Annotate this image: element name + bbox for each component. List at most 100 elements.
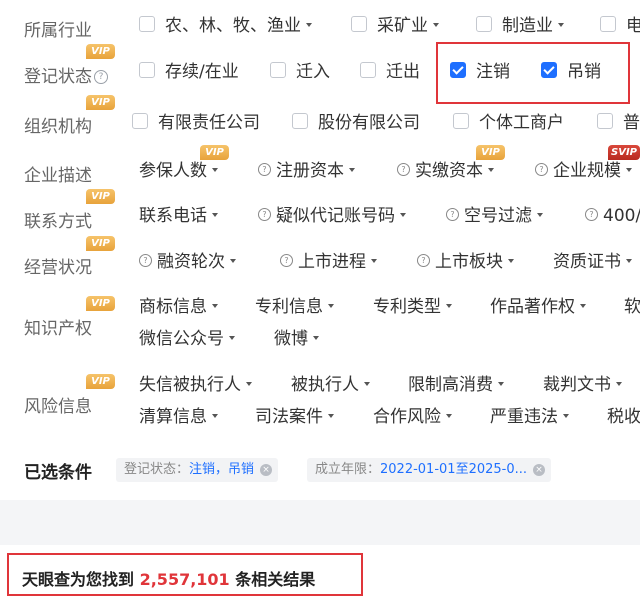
checkbox[interactable] [600,16,616,32]
reg-status-label: 登记状态? [24,62,108,87]
checkbox[interactable] [476,16,492,32]
caret-down-icon [558,23,564,27]
ip-option-copyright[interactable]: 作品著作权 [490,295,586,319]
option-label: 融资轮次 [157,252,225,272]
org-option-joint-stock[interactable]: 股份有限公司 [292,111,420,135]
help-icon[interactable]: ? [446,207,459,221]
risk-option-tax[interactable]: 税收 [607,405,640,429]
option-label: 参保人数 [139,161,207,181]
ip-option-weibo[interactable]: 微博 [274,327,319,351]
close-icon[interactable]: × [260,464,273,476]
option-label: 税收 [607,407,640,427]
contact-option-empty-number-filter[interactable]: ? 空号过滤 [446,204,543,228]
caret-down-icon [537,213,543,217]
ip-label: 知识产权 [24,319,92,339]
tag-key: 成立年限： [315,462,381,477]
option-label: 合作风险 [373,407,441,427]
tag-value: 2022-01-01至2025-0... [380,462,528,477]
vip-badge: VIP [86,374,115,389]
industry-option-manufacturing[interactable]: 制造业 [476,14,564,38]
risk-option-liquidation[interactable]: 清算信息 [139,405,218,429]
close-icon[interactable]: × [533,464,546,476]
industry-option-mining[interactable]: 采矿业 [351,14,439,38]
ip-option-patent-type[interactable]: 专利类型 [373,295,452,319]
risk-option-judicial-cases[interactable]: 司法案件 [255,405,334,429]
caret-down-icon [488,168,494,172]
tag-key: 登记状态： [124,462,190,477]
industry-option-agriculture[interactable]: 农、林、牧、渔业 [139,14,312,38]
option-label: 作品著作权 [490,297,575,317]
option-label: 迁入 [296,62,330,82]
desc-option-registered-capital[interactable]: ? 注册资本 [258,159,355,183]
option-label: 限制高消费 [408,375,493,395]
caret-down-icon [498,382,504,386]
contact-option-400[interactable]: ? 400/ [585,204,640,228]
operation-option-financing-round[interactable]: ? 融资轮次 [139,250,236,274]
checkbox[interactable] [360,62,376,78]
selected-tag-founded-years[interactable]: 成立年限：2022-01-01至2025-0... × [307,458,552,482]
ip-option-wechat-account[interactable]: 微信公众号 [139,327,235,351]
caret-down-icon [433,23,439,27]
vip-badge: VIP [86,189,115,204]
risk-option-executed[interactable]: 被执行人 [291,373,370,397]
help-icon[interactable]: ? [397,162,410,176]
checkbox[interactable] [351,16,367,32]
option-label: 专利类型 [373,297,441,317]
reg-status-option-active[interactable]: 存续/在业 [139,60,239,84]
caret-down-icon [212,304,218,308]
caret-down-icon [306,23,312,27]
contact-option-phone[interactable]: 联系电话 [139,204,218,228]
help-icon[interactable]: ? [258,162,271,176]
contact-option-bookkeeping-number[interactable]: ? 疑似代记账号码 [258,204,406,228]
checkbox[interactable] [292,113,308,129]
help-icon[interactable]: ? [258,207,271,221]
reg-status-option-moved-in[interactable]: 迁入 [270,60,330,84]
help-icon[interactable]: ? [585,207,598,221]
risk-option-dishonest[interactable]: 失信被执行人 [139,373,252,397]
option-label: 疑似代记账号码 [276,206,395,226]
help-icon[interactable]: ? [535,162,548,176]
ip-option-patent-info[interactable]: 专利信息 [255,295,334,319]
org-option-general[interactable]: 普 [597,111,640,135]
industry-option-electric[interactable]: 电 [600,14,640,38]
selected-tag-reg-status[interactable]: 登记状态：注销，吊销 × [116,458,279,482]
checkbox[interactable] [270,62,286,78]
option-label: 制造业 [502,16,553,36]
operation-option-listing-progress[interactable]: ? 上市进程 [280,250,377,274]
help-icon[interactable]: ? [280,253,293,267]
org-option-individual[interactable]: 个体工商户 [453,111,564,135]
help-icon[interactable]: ? [139,253,152,267]
operation-option-listing-board[interactable]: ? 上市板块 [417,250,514,274]
vip-badge: VIP [476,145,505,160]
operation-option-qualification[interactable]: 资质证书 [553,250,632,274]
caret-down-icon [212,414,218,418]
help-icon[interactable]: ? [94,70,108,84]
checkbox[interactable] [139,62,155,78]
org-option-llc[interactable]: 有限责任公司 [132,111,260,135]
risk-option-serious-violation[interactable]: 严重违法 [490,405,569,429]
option-label: 空号过滤 [464,206,532,226]
highlight-box [7,553,363,596]
ip-option-software[interactable]: 软 [624,295,640,319]
checkbox[interactable] [453,113,469,129]
option-label: 被执行人 [291,375,359,395]
checkbox[interactable] [139,16,155,32]
ip-option-trademark[interactable]: 商标信息 [139,295,218,319]
caret-down-icon [212,213,218,217]
org-label: 组织机构 [24,117,92,137]
checkbox[interactable] [597,113,613,129]
desc-option-insured-count[interactable]: 参保人数 [139,159,218,183]
desc-option-paid-capital[interactable]: ? 实缴资本 [397,159,494,183]
reg-status-option-moved-out[interactable]: 迁出 [360,60,420,84]
option-label: 商标信息 [139,297,207,317]
help-icon[interactable]: ? [417,253,430,267]
risk-option-consumption-limit[interactable]: 限制高消费 [408,373,504,397]
risk-option-cooperation-risk[interactable]: 合作风险 [373,405,452,429]
vip-badge: VIP [86,44,115,59]
caret-down-icon [313,336,319,340]
risk-option-judgments[interactable]: 裁判文书 [543,373,622,397]
option-label: 上市进程 [298,252,366,272]
desc-option-company-scale[interactable]: ? 企业规模 [535,159,632,183]
filter-panel: 所属行业 农、林、牧、渔业 采矿业 制造业 电 VIP 登记状态? 存续/在业 … [0,0,640,500]
checkbox[interactable] [132,113,148,129]
